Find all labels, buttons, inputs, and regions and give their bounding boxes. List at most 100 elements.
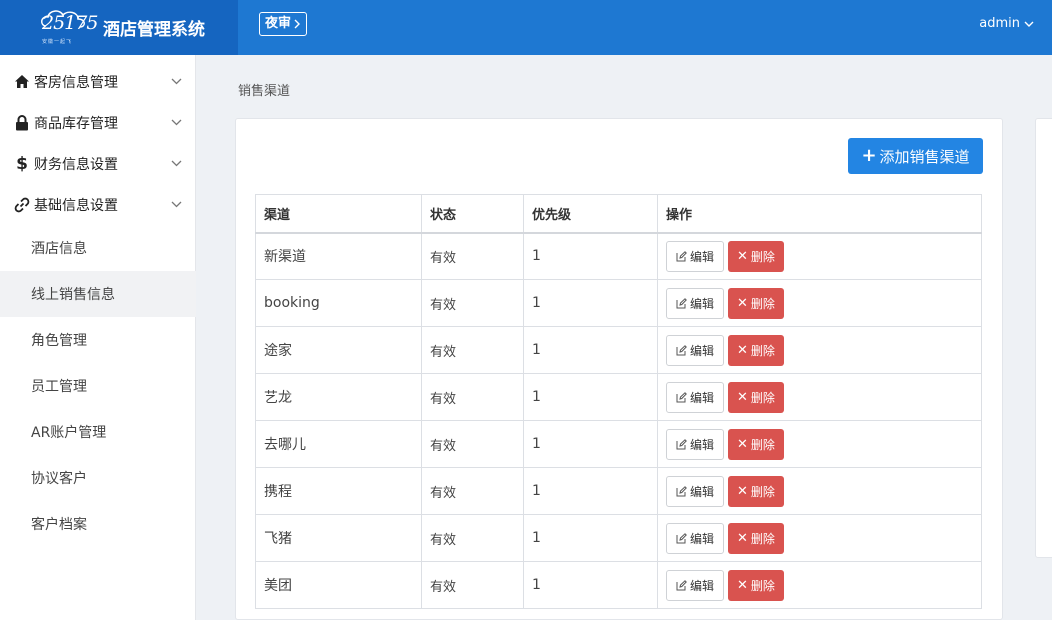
sidebar-subitem-label: 线上销售信息	[31, 287, 115, 303]
sidebar-item-basic-settings[interactable]: 基础信息设置	[0, 184, 196, 225]
edit-label: 编辑	[690, 531, 715, 546]
delete-button[interactable]: ✕ 删除	[728, 569, 784, 601]
close-icon: ✕	[737, 436, 748, 452]
actions-cell: 编辑 ✕ 删除	[657, 561, 982, 609]
chevron-down-icon	[171, 78, 182, 85]
column-header-priority[interactable]: 优先级	[523, 194, 658, 234]
status-cell: 有效	[421, 420, 524, 468]
sidebar-item-room-info[interactable]: 客房信息管理	[0, 61, 196, 102]
sidebar-subitem-roles[interactable]: 角色管理	[0, 317, 196, 363]
delete-label: 删除	[750, 343, 775, 358]
channel-name-cell: 新渠道	[255, 232, 422, 280]
edit-button[interactable]: 编辑	[666, 428, 725, 460]
link-icon	[13, 196, 31, 214]
priority-cell: 1	[523, 467, 658, 515]
edit-icon	[676, 532, 687, 543]
sidebar-subitem-label: 协议客户	[31, 471, 87, 487]
add-button-label: 添加销售渠道	[879, 147, 970, 166]
channel-name-cell: 飞猪	[255, 514, 422, 562]
plus-icon: +	[861, 145, 877, 166]
edit-button[interactable]: 编辑	[666, 381, 725, 413]
edit-label: 编辑	[690, 578, 715, 593]
column-header-status[interactable]: 状态	[421, 194, 524, 234]
status-cell: 有效	[421, 514, 524, 562]
delete-button[interactable]: ✕ 删除	[728, 428, 784, 460]
channel-name-cell: booking	[255, 279, 422, 327]
close-icon: ✕	[737, 342, 748, 358]
actions-cell: 编辑 ✕ 删除	[657, 467, 982, 515]
priority-cell: 1	[523, 326, 658, 374]
logo-number: 25175	[42, 12, 98, 34]
sidebar-subitem-agreement-clients[interactable]: 协议客户	[0, 455, 196, 501]
add-sales-channel-button[interactable]: + 添加销售渠道	[848, 138, 983, 174]
delete-button[interactable]: ✕ 删除	[728, 522, 784, 554]
delete-label: 删除	[750, 296, 775, 311]
delete-label: 删除	[750, 484, 775, 499]
status-cell: 有效	[421, 561, 524, 609]
edit-label: 编辑	[690, 390, 715, 405]
table-row: 飞猪 有效 1 编辑 ✕ 删除	[255, 514, 982, 562]
app-title: 酒店管理系统	[103, 20, 205, 40]
actions-cell: 编辑 ✕ 删除	[657, 373, 982, 421]
top-header: 25175 安徽一起飞 酒店管理系统 夜审 admin	[0, 0, 1052, 55]
column-header-channel[interactable]: 渠道	[255, 194, 422, 234]
logo-tagline: 安徽一起飞	[42, 39, 73, 45]
delete-button[interactable]: ✕ 删除	[728, 334, 784, 366]
close-icon: ✕	[737, 483, 748, 499]
edit-icon	[676, 344, 687, 355]
night-audit-label: 夜审	[265, 16, 292, 31]
sidebar-subitem-label: 客户档案	[31, 517, 87, 533]
side-panel	[1035, 118, 1052, 558]
column-header-actions: 操作	[657, 194, 982, 234]
breadcrumb: 销售渠道	[238, 84, 291, 99]
sidebar-subitem-hotel-info[interactable]: 酒店信息	[0, 225, 196, 271]
sidebar-item-finance[interactable]: $ 财务信息设置	[0, 143, 196, 184]
priority-cell: 1	[523, 420, 658, 468]
sidebar-subitem-online-sales[interactable]: 线上销售信息	[0, 271, 196, 317]
sidebar-subitem-ar-accounts[interactable]: AR账户管理	[0, 409, 196, 455]
sidebar-subitem-label: 员工管理	[31, 379, 87, 395]
sidebar-item-label: 基础信息设置	[34, 197, 118, 214]
actions-cell: 编辑 ✕ 删除	[657, 279, 982, 327]
edit-button[interactable]: 编辑	[666, 334, 725, 366]
sidebar-subitem-label: 角色管理	[31, 333, 87, 349]
table-header-row: 渠道 状态 优先级 操作	[255, 194, 982, 234]
edit-button[interactable]: 编辑	[666, 240, 725, 272]
edit-icon	[676, 297, 687, 308]
table-row: 去哪儿 有效 1 编辑 ✕ 删除	[255, 420, 982, 468]
edit-button[interactable]: 编辑	[666, 287, 725, 319]
edit-icon	[676, 485, 687, 496]
channel-name-cell: 艺龙	[255, 373, 422, 421]
status-cell: 有效	[421, 467, 524, 515]
delete-button[interactable]: ✕ 删除	[728, 381, 784, 413]
user-menu[interactable]: admin	[979, 16, 1034, 31]
edit-button[interactable]: 编辑	[666, 522, 725, 554]
sidebar-subitem-client-profiles[interactable]: 客户档案	[0, 501, 196, 547]
edit-label: 编辑	[690, 296, 715, 311]
sidebar-subitem-staff[interactable]: 员工管理	[0, 363, 196, 409]
edit-label: 编辑	[690, 343, 715, 358]
edit-button[interactable]: 编辑	[666, 569, 725, 601]
edit-label: 编辑	[690, 437, 715, 452]
sidebar-item-label: 客房信息管理	[34, 74, 118, 91]
priority-cell: 1	[523, 373, 658, 421]
delete-button[interactable]: ✕ 删除	[728, 475, 784, 507]
sidebar-item-inventory[interactable]: 商品库存管理	[0, 102, 196, 143]
delete-label: 删除	[750, 437, 775, 452]
close-icon: ✕	[737, 248, 748, 264]
channel-name-cell: 途家	[255, 326, 422, 374]
priority-cell: 1	[523, 279, 658, 327]
delete-label: 删除	[750, 249, 775, 264]
status-cell: 有效	[421, 232, 524, 280]
delete-button[interactable]: ✕ 删除	[728, 240, 784, 272]
edit-button[interactable]: 编辑	[666, 475, 725, 507]
sidebar-item-label: 财务信息设置	[34, 156, 118, 173]
home-icon	[13, 73, 31, 91]
logo-area[interactable]: 25175 安徽一起飞 酒店管理系统	[0, 0, 238, 55]
user-name: admin	[979, 16, 1020, 31]
table-row: 新渠道 有效 1 编辑 ✕ 删除	[255, 232, 982, 280]
night-audit-button[interactable]: 夜审	[259, 12, 308, 36]
sidebar-subitem-label: 酒店信息	[31, 241, 87, 257]
delete-button[interactable]: ✕ 删除	[728, 287, 784, 319]
table-row: 艺龙 有效 1 编辑 ✕ 删除	[255, 373, 982, 421]
